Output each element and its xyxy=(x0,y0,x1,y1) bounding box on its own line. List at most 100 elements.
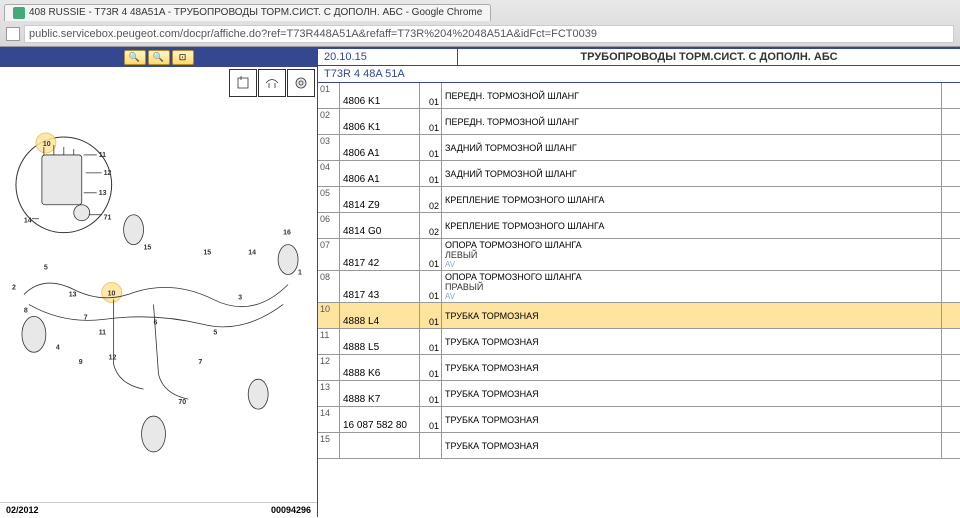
part-row[interactable]: 134888 K701ТРУБКА ТОРМОЗНАЯ xyxy=(318,381,960,407)
part-ref: 16 087 582 80 xyxy=(340,407,420,432)
tab-bar: 408 RUSSIE - T73R 4 48A51A - ТРУБОПРОВОД… xyxy=(0,0,960,22)
part-num: 08 xyxy=(318,271,340,302)
part-row[interactable]: 114888 L501ТРУБКА ТОРМОЗНАЯ xyxy=(318,329,960,355)
diagram-area[interactable]: 10 11 12 13 14 71 10 xyxy=(0,67,317,502)
svg-text:2: 2 xyxy=(12,284,16,291)
part-row[interactable]: 084817 4301ОПОРА ТОРМОЗНОГО ШЛАНГАПРАВЫЙ… xyxy=(318,271,960,303)
svg-text:13: 13 xyxy=(69,291,77,298)
part-qty: 01 xyxy=(420,83,442,108)
svg-text:7: 7 xyxy=(84,314,88,321)
diagram-toolbar: 🔍 🔍 ⊡ xyxy=(0,49,317,67)
part-qty: 02 xyxy=(420,187,442,212)
part-ref: 4817 43 xyxy=(340,271,420,302)
browser-chrome: 408 RUSSIE - T73R 4 48A51A - ТРУБОПРОВОД… xyxy=(0,0,960,47)
part-desc: ЗАДНИЙ ТОРМОЗНОЙ ШЛАНГ xyxy=(442,161,942,186)
part-qty: 01 xyxy=(420,239,442,270)
part-row[interactable]: 014806 K101ПЕРЕДН. ТОРМОЗНОЙ ШЛАНГ xyxy=(318,83,960,109)
part-qty: 01 xyxy=(420,303,442,328)
header-title: ТРУБОПРОВОДЫ ТОРМ.СИСТ. С ДОПОЛН. АБС xyxy=(458,49,960,65)
svg-text:7: 7 xyxy=(198,359,202,366)
part-desc: ТРУБКА ТОРМОЗНАЯ xyxy=(442,355,942,380)
thumbnail-strip xyxy=(229,69,315,97)
part-qty xyxy=(420,433,442,458)
part-num: 14 xyxy=(318,407,340,432)
svg-text:16: 16 xyxy=(283,230,291,237)
part-num: 04 xyxy=(318,161,340,186)
svg-text:70: 70 xyxy=(178,399,186,406)
part-num: 05 xyxy=(318,187,340,212)
browser-tab[interactable]: 408 RUSSIE - T73R 4 48A51A - ТРУБОПРОВОД… xyxy=(4,4,491,21)
part-qty: 01 xyxy=(420,271,442,302)
part-desc: ОПОРА ТОРМОЗНОГО ШЛАНГАПРАВЫЙAV xyxy=(442,271,942,302)
svg-text:15: 15 xyxy=(144,245,152,252)
zoom-fit-button[interactable]: ⊡ xyxy=(172,50,194,65)
svg-text:4: 4 xyxy=(56,344,60,351)
part-row[interactable]: 104888 L401ТРУБКА ТОРМОЗНАЯ xyxy=(318,303,960,329)
svg-text:5: 5 xyxy=(213,329,217,336)
part-qty: 01 xyxy=(420,381,442,406)
part-num: 15 xyxy=(318,433,340,458)
part-desc: ПЕРЕДН. ТОРМОЗНОЙ ШЛАНГ xyxy=(442,109,942,134)
diagram-footer: 02/2012 00094296 xyxy=(0,502,317,517)
svg-text:8: 8 xyxy=(24,307,28,314)
diagram-panel: 🔍 🔍 ⊡ 10 11 12 13 14 71 xyxy=(0,49,318,517)
tab-favicon xyxy=(13,7,25,19)
part-desc: КРЕПЛЕНИЕ ТОРМОЗНОГО ШЛАНГА xyxy=(442,213,942,238)
part-num: 11 xyxy=(318,329,340,354)
part-row[interactable]: 024806 K101ПЕРЕДН. ТОРМОЗНОЙ ШЛАНГ xyxy=(318,109,960,135)
part-num: 02 xyxy=(318,109,340,134)
tab-title: 408 RUSSIE - T73R 4 48A51A - ТРУБОПРОВОД… xyxy=(29,7,482,18)
part-ref: 4888 L5 xyxy=(340,329,420,354)
svg-text:13: 13 xyxy=(99,190,107,197)
part-row[interactable]: 124888 K601ТРУБКА ТОРМОЗНАЯ xyxy=(318,355,960,381)
thumb-2[interactable] xyxy=(258,69,286,97)
svg-text:10: 10 xyxy=(108,290,116,297)
zoom-in-button[interactable]: 🔍 xyxy=(124,50,146,65)
thumb-1[interactable] xyxy=(229,69,257,97)
part-ref: 4888 K7 xyxy=(340,381,420,406)
part-ref: 4814 Z9 xyxy=(340,187,420,212)
diagram-code: 00094296 xyxy=(271,505,311,515)
part-ref: 4806 A1 xyxy=(340,135,420,160)
zoom-out-button[interactable]: 🔍 xyxy=(148,50,170,65)
svg-text:9: 9 xyxy=(79,359,83,366)
part-qty: 01 xyxy=(420,135,442,160)
part-ref: 4806 K1 xyxy=(340,83,420,108)
part-qty: 02 xyxy=(420,213,442,238)
svg-text:5: 5 xyxy=(44,265,48,272)
parts-header: 20.10.15 ТРУБОПРОВОДЫ ТОРМ.СИСТ. С ДОПОЛ… xyxy=(318,49,960,66)
part-row[interactable]: 054814 Z902КРЕПЛЕНИЕ ТОРМОЗНОГО ШЛАНГА xyxy=(318,187,960,213)
part-row[interactable]: 074817 4201ОПОРА ТОРМОЗНОГО ШЛАНГАЛЕВЫЙA… xyxy=(318,239,960,271)
svg-text:71: 71 xyxy=(104,215,112,222)
part-ref: 4806 K1 xyxy=(340,109,420,134)
part-num: 03 xyxy=(318,135,340,160)
part-row[interactable]: 044806 A101ЗАДНИЙ ТОРМОЗНОЙ ШЛАНГ xyxy=(318,161,960,187)
part-row[interactable]: 15 ТРУБКА ТОРМОЗНАЯ xyxy=(318,433,960,459)
svg-text:6: 6 xyxy=(154,319,158,326)
parts-table[interactable]: 014806 K101ПЕРЕДН. ТОРМОЗНОЙ ШЛАНГ024806… xyxy=(318,83,960,517)
header-date: 20.10.15 xyxy=(318,49,458,65)
header-ref: T73R 4 48A 51A xyxy=(318,66,960,83)
part-row[interactable]: 034806 A101ЗАДНИЙ ТОРМОЗНОЙ ШЛАНГ xyxy=(318,135,960,161)
svg-text:11: 11 xyxy=(99,152,106,159)
part-qty: 01 xyxy=(420,109,442,134)
part-num: 07 xyxy=(318,239,340,270)
part-row[interactable]: 064814 G002КРЕПЛЕНИЕ ТОРМОЗНОГО ШЛАНГА xyxy=(318,213,960,239)
svg-text:10: 10 xyxy=(43,141,51,148)
part-num: 12 xyxy=(318,355,340,380)
part-desc: ТРУБКА ТОРМОЗНАЯ xyxy=(442,381,942,406)
svg-text:15: 15 xyxy=(203,250,211,257)
part-desc: ОПОРА ТОРМОЗНОГО ШЛАНГАЛЕВЫЙAV xyxy=(442,239,942,270)
part-ref xyxy=(340,433,420,458)
url-input[interactable] xyxy=(24,25,954,43)
part-row[interactable]: 1416 087 582 8001ТРУБКА ТОРМОЗНАЯ xyxy=(318,407,960,433)
part-ref: 4806 A1 xyxy=(340,161,420,186)
part-desc: ТРУБКА ТОРМОЗНАЯ xyxy=(442,433,942,458)
part-ref: 4814 G0 xyxy=(340,213,420,238)
part-num: 10 xyxy=(318,303,340,328)
part-qty: 01 xyxy=(420,355,442,380)
part-ref: 4888 K6 xyxy=(340,355,420,380)
part-num: 06 xyxy=(318,213,340,238)
thumb-3[interactable] xyxy=(287,69,315,97)
page-icon xyxy=(6,27,20,41)
